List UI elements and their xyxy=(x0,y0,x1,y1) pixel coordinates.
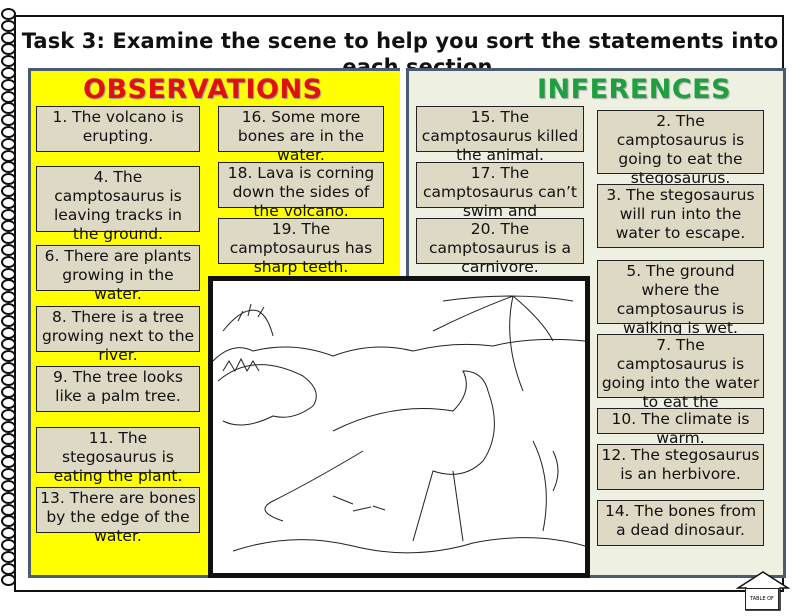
water xyxy=(232,537,585,554)
statement-card-20[interactable]: 20. The camptosaurus is a carnivore. xyxy=(416,218,584,277)
card-text: 5. The ground where the camptosaurus is … xyxy=(616,262,745,337)
card-text: 14. The bones from a dead dinosaur. xyxy=(604,502,757,539)
statement-card-15[interactable]: 15. The camptosaurus killed the animal. xyxy=(416,106,584,165)
statement-card-2[interactable]: 2. The camptosaurus is going to eat the … xyxy=(597,110,764,188)
camptosaurus xyxy=(264,370,495,542)
card-text: 16. Some more bones are in the water. xyxy=(237,108,365,164)
table-of-contents-button[interactable]: TABLE OF CONTENTS xyxy=(735,570,791,612)
bones xyxy=(332,495,386,512)
card-text: 10. The climate is warm. xyxy=(611,410,750,447)
statement-card-7[interactable]: 7. The camptosaurus is going into the wa… xyxy=(597,334,764,412)
statement-card-18[interactable]: 18. Lava is corning down the sides of th… xyxy=(218,162,384,221)
card-text: 7. The camptosaurus is going into the wa… xyxy=(601,336,760,411)
card-text: 17. The camptosaurus can’t swim and xyxy=(423,164,577,220)
plants xyxy=(532,440,559,532)
inferences-heading: INFERENCES xyxy=(537,74,732,105)
hills xyxy=(213,338,585,362)
card-text: 2. The camptosaurus is going to eat the … xyxy=(616,112,745,187)
title-line-1: Task 3: Examine the scene to help you so… xyxy=(21,29,779,53)
card-text: 19. The camptosaurus has sharp teeth. xyxy=(229,220,373,276)
statement-card-10[interactable]: 10. The climate is warm. xyxy=(597,408,764,448)
card-text: 13. There are bones by the edge of the w… xyxy=(40,489,196,545)
card-text: 9. The tree looks like a palm tree. xyxy=(53,368,183,405)
card-text: 8. There is a tree growing next to the r… xyxy=(41,308,195,364)
stegosaurus xyxy=(217,364,317,426)
statement-card-12[interactable]: 12. The stegosaurus is an herbivore. xyxy=(597,444,764,490)
observations-heading: OBSERVATIONS xyxy=(83,74,323,105)
statement-card-6[interactable]: 6. There are plants growing in the water… xyxy=(36,245,200,304)
statement-card-1[interactable]: 1. The volcano is erupting. xyxy=(36,106,200,152)
card-text: 20. The camptosaurus is a carnivore. xyxy=(429,220,571,276)
statement-card-5[interactable]: 5. The ground where the camptosaurus is … xyxy=(597,260,764,338)
dinosaur-scene-image xyxy=(208,276,590,578)
card-text: 6. There are plants growing in the water… xyxy=(44,247,192,303)
statement-card-11[interactable]: 11. The stegosaurus is eating the plant. xyxy=(36,427,200,486)
card-text: 12. The stegosaurus is an herbivore. xyxy=(601,446,760,483)
title-line-2: each section xyxy=(342,55,493,68)
card-text: 1. The volcano is erupting. xyxy=(52,108,184,145)
card-text: 11. The stegosaurus is eating the plant. xyxy=(53,429,183,485)
statement-card-4[interactable]: 4. The camptosaurus is leaving tracks in… xyxy=(36,166,200,244)
volcano xyxy=(222,303,274,337)
statement-card-8[interactable]: 8. There is a tree growing next to the r… xyxy=(36,306,200,365)
statement-card-16[interactable]: 16. Some more bones are in the water. xyxy=(218,106,384,165)
statement-card-9[interactable]: 9. The tree looks like a palm tree. xyxy=(36,366,200,412)
statement-card-14[interactable]: 14. The bones from a dead dinosaur. xyxy=(597,500,764,546)
card-text: 4. The camptosaurus is leaving tracks in… xyxy=(54,168,182,243)
task-title: Task 3: Examine the scene to help you so… xyxy=(20,28,780,68)
card-text: 15. The camptosaurus killed the animal. xyxy=(421,108,579,164)
card-text: 3. The stegosaurus will run into the wat… xyxy=(606,186,755,242)
scene-drawing xyxy=(213,295,585,554)
statement-card-3[interactable]: 3. The stegosaurus will run into the wat… xyxy=(597,184,764,248)
statement-card-17[interactable]: 17. The camptosaurus can’t swim and xyxy=(416,162,584,221)
table-of-contents-label: TABLE OF CONTENTS xyxy=(745,588,779,610)
statement-card-19[interactable]: 19. The camptosaurus has sharp teeth. xyxy=(218,218,384,277)
statement-card-13[interactable]: 13. There are bones by the edge of the w… xyxy=(36,487,200,546)
card-text: 18. Lava is corning down the sides of th… xyxy=(227,164,375,220)
